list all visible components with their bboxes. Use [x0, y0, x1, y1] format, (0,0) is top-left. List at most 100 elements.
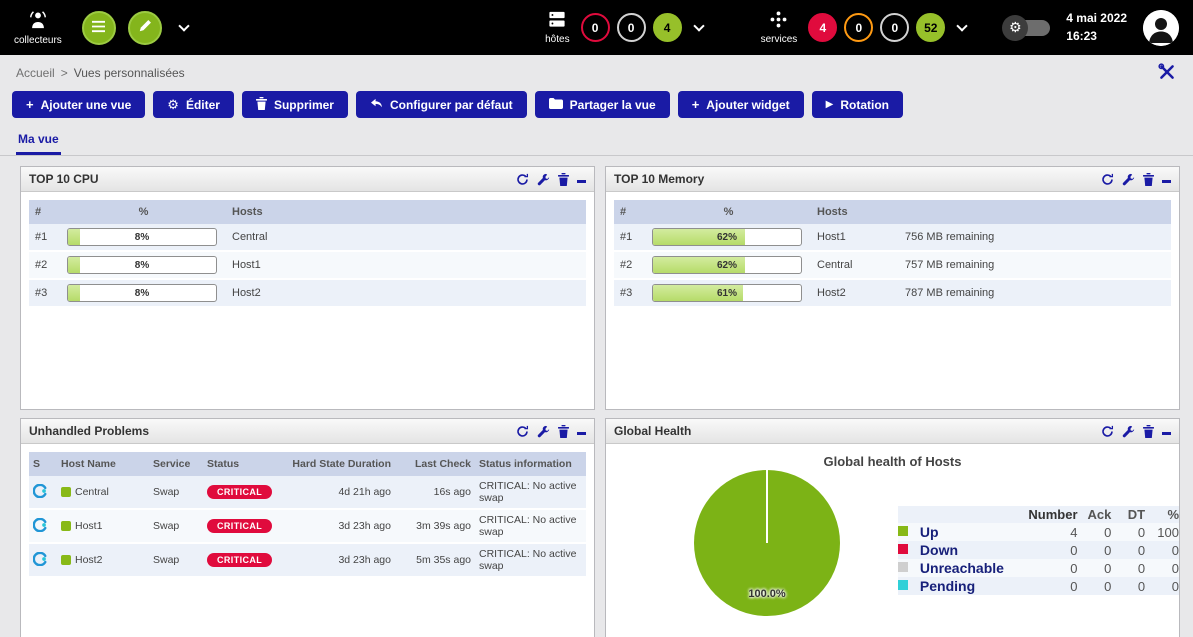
host-name[interactable]: Host2 — [75, 554, 102, 566]
host-up-square — [61, 521, 71, 531]
service-name[interactable]: Swap — [149, 543, 203, 577]
host-name[interactable]: Host1 — [226, 251, 586, 279]
problems-table: S Host Name Service Status Hard State Du… — [29, 452, 586, 578]
play-icon: ▶ — [826, 100, 834, 110]
tools-icon[interactable] — [1157, 62, 1177, 85]
rotation-button[interactable]: ▶ Rotation — [812, 91, 903, 118]
minimize-icon[interactable] — [1162, 175, 1171, 183]
wrench-icon[interactable] — [537, 173, 550, 186]
services-warning-counter[interactable]: 0 — [844, 13, 873, 42]
hosts-unreachable-counter[interactable]: 0 — [617, 13, 646, 42]
list-icon — [91, 20, 106, 36]
services-icon — [768, 10, 789, 32]
refresh-icon[interactable] — [1101, 173, 1114, 186]
edit-view-button[interactable]: ⚙ Éditer — [153, 91, 234, 118]
table-row: Host2 Swap CRITICAL 3d 23h ago 5m 35s ag… — [29, 543, 586, 577]
trash-icon[interactable] — [558, 173, 569, 186]
breadcrumb-home-link[interactable]: Accueil — [16, 66, 55, 80]
refresh-icon[interactable] — [516, 425, 529, 438]
gear-icon: ⚙ — [1002, 15, 1028, 41]
wrench-icon[interactable] — [537, 425, 550, 438]
pollers-menu[interactable]: collecteurs — [14, 10, 62, 46]
memory-remaining: 756 MB remaining — [899, 224, 1171, 251]
memory-remaining: 757 MB remaining — [899, 251, 1171, 279]
host-name[interactable]: Host1 — [811, 224, 899, 251]
legend-swatch — [898, 580, 908, 590]
memory-progress-bar: 62% — [652, 228, 802, 246]
table-row: #3 8% Host2 — [29, 279, 586, 307]
status-groups: hôtes 0 0 4 services 4 0 0 52 — [545, 10, 970, 45]
host-name[interactable]: Central — [226, 224, 586, 251]
status-badge: CRITICAL — [207, 519, 272, 533]
host-name[interactable]: Central — [811, 251, 899, 279]
services-ok-counter[interactable]: 52 — [916, 13, 945, 42]
widget-body: S Host Name Service Status Hard State Du… — [21, 444, 594, 637]
cpu-progress-bar: 8% — [67, 284, 217, 302]
wrench-icon[interactable] — [1122, 425, 1135, 438]
add-view-button[interactable]: + Ajouter une vue — [12, 91, 145, 118]
memory-progress-bar: 61% — [652, 284, 802, 302]
clock: 4 mai 2022 16:23 — [1066, 10, 1127, 45]
folder-icon — [549, 98, 563, 112]
hosts-menu[interactable]: hôtes — [545, 10, 569, 45]
theme-toggle[interactable]: ⚙ — [1006, 20, 1050, 36]
legend-header: Ack — [1078, 506, 1112, 523]
host-name[interactable]: Host2 — [226, 279, 586, 307]
pencil-icon — [138, 19, 152, 36]
user-avatar[interactable] — [1143, 10, 1179, 46]
delete-view-button[interactable]: Supprimer — [242, 91, 348, 118]
widget-unhandled-problems: Unhandled Problems S Host Name Service S… — [20, 418, 595, 637]
cpu-progress-bar: 8% — [67, 256, 217, 274]
hosts-chevron-down-icon[interactable] — [693, 20, 704, 31]
table-row: Host1 Swap CRITICAL 3d 23h ago 3m 39s ag… — [29, 509, 586, 543]
refresh-icon[interactable] — [516, 173, 529, 186]
poller-list-button[interactable] — [82, 11, 116, 45]
service-name[interactable]: Swap — [149, 476, 203, 509]
legend-row: Up 4 0 0 100 — [898, 523, 1179, 541]
add-widget-button[interactable]: + Ajouter widget — [678, 91, 804, 118]
poller-config-button[interactable] — [128, 11, 162, 45]
breadcrumb-separator: > — [61, 66, 68, 80]
services-menu[interactable]: services — [761, 10, 798, 45]
column-header: S — [29, 452, 57, 476]
pollers-chevron-down-icon[interactable] — [178, 20, 189, 31]
top-bar: collecteurs hôtes 0 0 4 — [0, 0, 1193, 55]
trash-icon[interactable] — [1143, 173, 1154, 186]
centreon-logo-icon — [33, 523, 47, 535]
widget-header: Unhandled Problems — [21, 419, 594, 444]
services-unknown-counter[interactable]: 0 — [880, 13, 909, 42]
service-name[interactable]: Swap — [149, 509, 203, 543]
host-name[interactable]: Host2 — [811, 279, 899, 307]
wrench-icon[interactable] — [1122, 173, 1135, 186]
widget-header: TOP 10 Memory — [606, 167, 1179, 192]
plus-icon: + — [26, 98, 34, 111]
memory-table: # % Hosts #1 62% Host1 756 MB remaining … — [614, 200, 1171, 308]
status-badge: CRITICAL — [207, 553, 272, 567]
plus-icon: + — [692, 98, 700, 111]
services-critical-counter[interactable]: 4 — [808, 13, 837, 42]
services-chevron-down-icon[interactable] — [957, 20, 968, 31]
hosts-status-group: hôtes 0 0 4 — [545, 10, 706, 45]
host-name[interactable]: Host1 — [75, 520, 102, 532]
minimize-icon[interactable] — [577, 175, 586, 183]
widget-global-health: Global Health Global health of Hosts 100… — [605, 418, 1180, 637]
tab-ma-vue[interactable]: Ma vue — [16, 128, 61, 155]
minimize-icon[interactable] — [577, 427, 586, 435]
hosts-label: hôtes — [545, 34, 569, 45]
legend-swatch — [898, 544, 908, 554]
host-name[interactable]: Central — [75, 486, 109, 498]
hosts-up-counter[interactable]: 4 — [653, 13, 682, 42]
column-header: Hard State Duration — [283, 452, 395, 476]
set-default-button[interactable]: Configurer par défaut — [356, 91, 527, 118]
minimize-icon[interactable] — [1162, 427, 1171, 435]
table-row: Central Swap CRITICAL 4d 21h ago 16s ago… — [29, 476, 586, 509]
cpu-table: # % Hosts #1 8% Central #2 8% Host1 — [29, 200, 586, 308]
widget-top10-memory: TOP 10 Memory # % Hosts #1 62% — [605, 166, 1180, 410]
refresh-icon[interactable] — [1101, 425, 1114, 438]
views-tab-bar: Ma vue — [0, 128, 1193, 156]
trash-icon[interactable] — [1143, 425, 1154, 438]
trash-icon[interactable] — [558, 425, 569, 438]
hosts-down-counter[interactable]: 0 — [581, 13, 610, 42]
column-header: Hosts — [811, 200, 899, 224]
share-view-button[interactable]: Partager la vue — [535, 91, 670, 118]
